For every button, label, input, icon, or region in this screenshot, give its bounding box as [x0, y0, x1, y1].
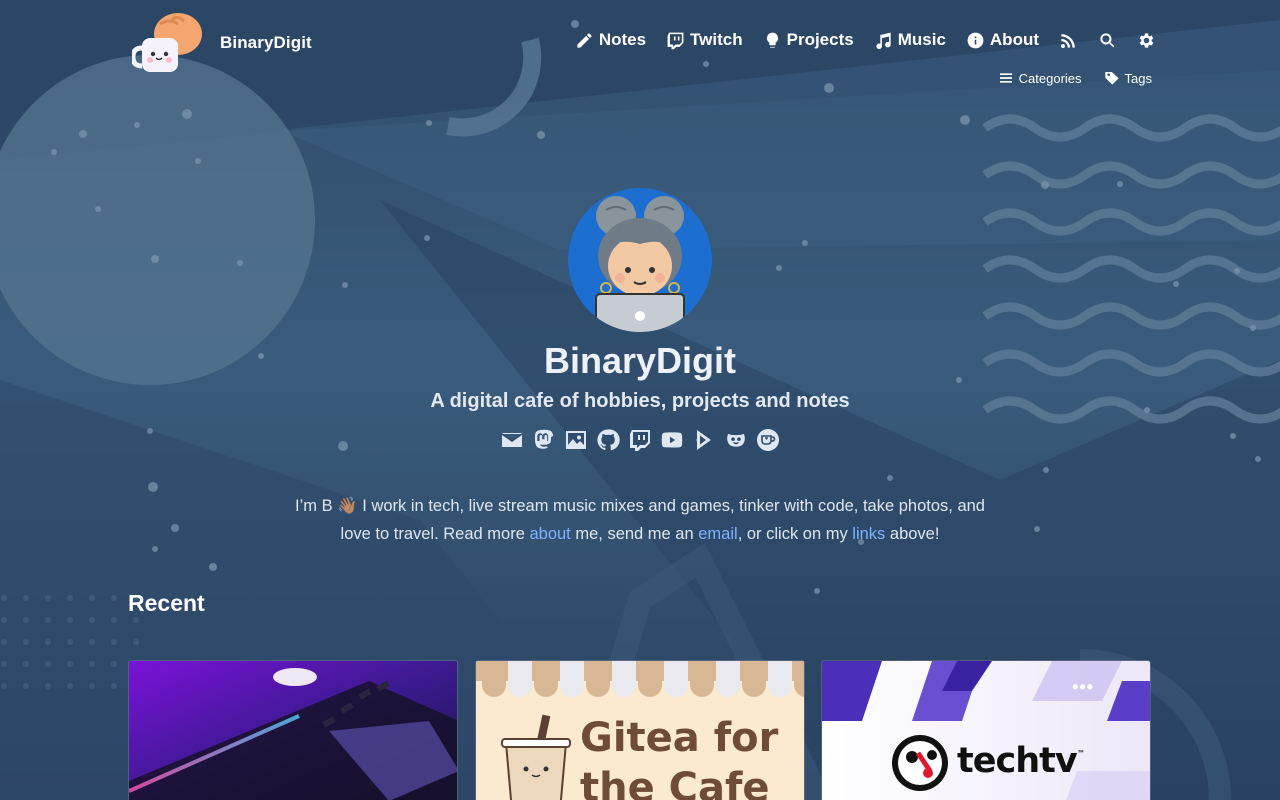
- gitea-title-line1: Gitea for: [580, 715, 779, 761]
- intro-text-3: , or click on my: [737, 525, 853, 543]
- nav-tags-label: Tags: [1124, 70, 1152, 86]
- tag-icon: [1104, 72, 1119, 85]
- nav-projects[interactable]: Projects: [763, 30, 854, 50]
- hamburger-icon: [999, 73, 1012, 83]
- email-text-link[interactable]: email: [698, 525, 737, 543]
- github-link[interactable]: [596, 428, 620, 452]
- nav-twitch[interactable]: Twitch: [666, 30, 743, 50]
- about-link[interactable]: about: [529, 525, 570, 543]
- secondary-navigation: Categories Tags: [976, 70, 1152, 86]
- main-navigation: Notes Twitch Projects Music About: [555, 30, 1156, 50]
- gitea-title-line2: the Cafe: [580, 765, 770, 800]
- recent-heading: Recent: [128, 590, 205, 616]
- links-link[interactable]: links: [852, 525, 885, 543]
- intro-text-4: above!: [885, 525, 940, 543]
- nav-music-label: Music: [897, 30, 946, 49]
- smile-link[interactable]: [724, 428, 748, 452]
- play-link[interactable]: [692, 428, 716, 452]
- twitch-icon: [667, 32, 684, 49]
- nav-about-label: About: [989, 30, 1039, 49]
- laptop-photo: [129, 661, 457, 800]
- youtube-link[interactable]: [660, 428, 684, 452]
- avatar-illustration: [568, 188, 712, 332]
- twitch-link[interactable]: [628, 428, 652, 452]
- nav-tags[interactable]: Tags: [1104, 70, 1152, 86]
- nav-twitch-label: Twitch: [690, 30, 743, 49]
- rss-feed-link[interactable]: [1059, 31, 1078, 50]
- youtube-icon: [661, 432, 683, 448]
- nav-categories-label: Categories: [1018, 70, 1082, 86]
- smile-icon: [726, 432, 746, 448]
- github-icon: [597, 429, 620, 451]
- techtv-wordmark: techtv: [957, 741, 1078, 781]
- hero-tagline: A digital cafe of hobbies, projects and …: [430, 390, 850, 412]
- gitea-card-title: Gitea for the Cafe: [580, 713, 778, 800]
- rss-icon: [1060, 33, 1075, 48]
- nav-notes-label: Notes: [598, 30, 647, 49]
- email-icon: [501, 433, 523, 447]
- twitch-icon: [630, 430, 650, 451]
- lightbulb-icon: [766, 32, 778, 48]
- recent-post-card[interactable]: [128, 660, 458, 800]
- theme-toggle-button[interactable]: [1137, 31, 1156, 50]
- music-note-icon: [876, 32, 891, 49]
- kofi-link[interactable]: [756, 428, 780, 452]
- card-menu-icon[interactable]: •••: [1072, 677, 1094, 698]
- photos-link[interactable]: [564, 428, 588, 452]
- recent-post-card[interactable]: techtv ™ •••: [821, 660, 1151, 800]
- nav-notes[interactable]: Notes: [575, 30, 646, 50]
- site-brand[interactable]: BinaryDigit: [132, 10, 312, 76]
- mastodon-link[interactable]: [532, 428, 556, 452]
- nav-projects-label: Projects: [786, 30, 854, 49]
- hero-title: BinaryDigit: [543, 340, 737, 381]
- nav-about[interactable]: About: [966, 30, 1039, 50]
- play-icon: [696, 430, 711, 450]
- nav-categories[interactable]: Categories: [998, 70, 1082, 86]
- profile-avatar: [568, 188, 712, 332]
- page: BinaryDigit Notes Twitch Projects Music …: [0, 0, 1280, 800]
- email-link[interactable]: [500, 428, 524, 452]
- social-links: [0, 428, 1280, 452]
- nav-music[interactable]: Music: [874, 30, 946, 50]
- site-name: BinaryDigit: [220, 33, 312, 52]
- intro-paragraph: I’m B 👋🏽 I work in tech, live stream mus…: [290, 492, 990, 548]
- kofi-icon: [757, 429, 779, 451]
- info-circle-icon: [967, 32, 984, 48]
- mastodon-icon: [534, 429, 553, 449]
- pencil-icon: [577, 32, 592, 48]
- image-icon: [566, 431, 586, 449]
- intro-text-2: me, send me an: [570, 525, 699, 543]
- gear-icon: [1139, 32, 1154, 48]
- coffee-mug-logo-icon: [132, 13, 202, 72]
- search-button[interactable]: [1098, 31, 1117, 50]
- recent-post-card[interactable]: Gitea for the Cafe: [475, 660, 805, 800]
- search-icon: [1100, 32, 1115, 47]
- techtv-trademark: ™: [1077, 749, 1085, 758]
